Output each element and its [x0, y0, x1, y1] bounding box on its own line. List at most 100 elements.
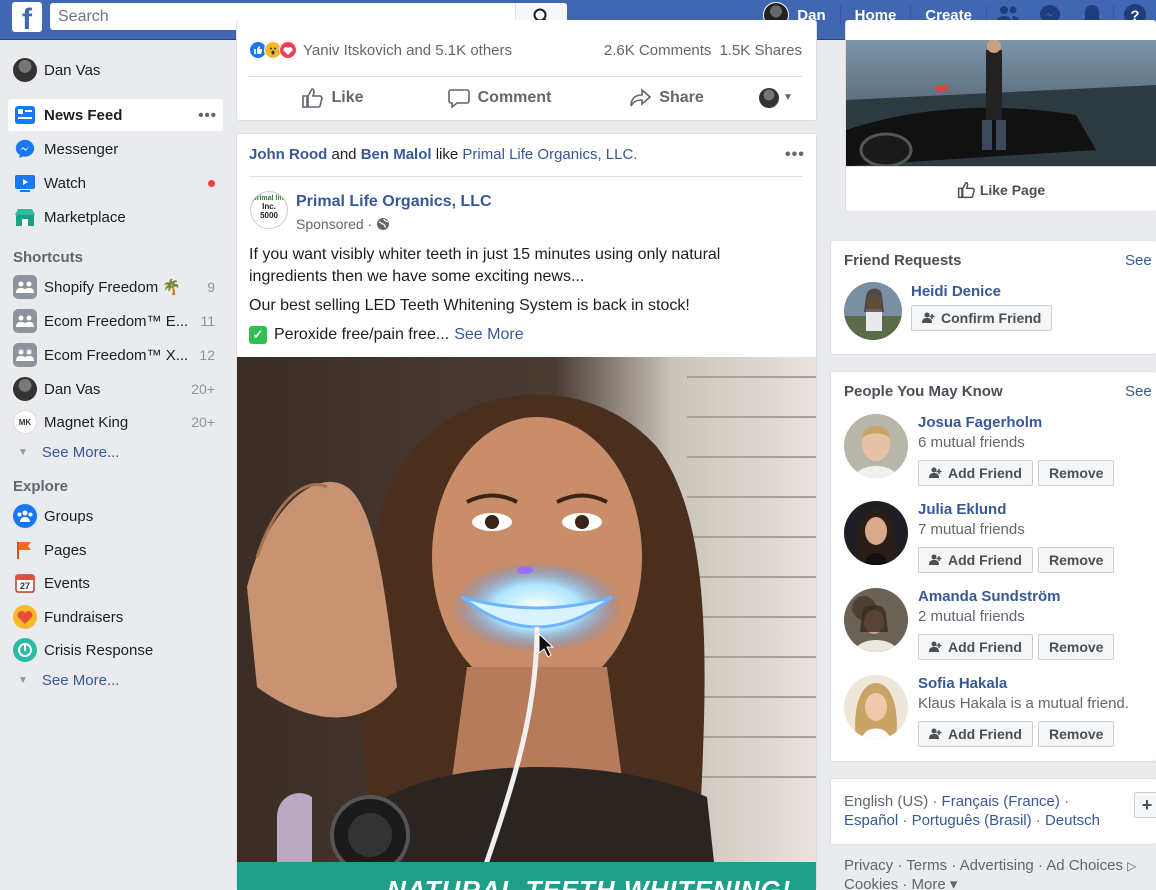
shortcuts-see-more[interactable]: ▼ See More...	[18, 444, 119, 461]
shortcut-count: 20+	[191, 381, 215, 397]
add-friend-button[interactable]: Add Friend	[918, 547, 1033, 573]
page-avatar[interactable]: primal life Inc. 5000	[250, 191, 288, 229]
mutual-friends[interactable]: 2 mutual friends	[918, 608, 1025, 625]
sidebar-item-watch[interactable]: Watch	[8, 167, 223, 199]
request-name[interactable]: Heidi Denice	[911, 283, 1001, 300]
add-friend-button[interactable]: Add Friend	[918, 634, 1033, 660]
facebook-logo[interactable]: f	[12, 2, 42, 32]
add-person-icon	[929, 554, 942, 565]
explore-see-more[interactable]: ▼ See More...	[18, 672, 119, 689]
remove-label: Remove	[1049, 552, 1104, 568]
left-nav: Dan Vas News Feed ••• Messenger Watch Ma…	[0, 40, 234, 890]
separator: ·	[902, 812, 908, 829]
shortcut-item[interactable]: Shopify Freedom 🌴 9	[8, 271, 223, 303]
avatar[interactable]	[844, 675, 908, 739]
sponsored-text[interactable]: Sponsored ·	[296, 216, 372, 232]
confirm-friend-button[interactable]: Confirm Friend	[911, 305, 1053, 331]
sidebar-item-label: Events	[44, 574, 90, 592]
reactions-text[interactable]: Yaniv Itskovich and 5.1K others	[303, 42, 604, 59]
avatar[interactable]	[844, 282, 902, 340]
add-friend-label: Add Friend	[948, 639, 1022, 655]
language-link[interactable]: Español	[844, 812, 898, 829]
sidebar-item-news-feed[interactable]: News Feed •••	[8, 99, 223, 131]
more-options-icon[interactable]: •••	[198, 107, 217, 124]
person-name[interactable]: Amanda Sundström	[918, 588, 1061, 605]
see-all-link[interactable]: See	[1125, 383, 1152, 400]
add-person-icon	[929, 728, 942, 739]
sidebar-item-marketplace[interactable]: Marketplace	[8, 201, 223, 233]
add-friend-button[interactable]: Add Friend	[918, 460, 1033, 486]
mutual-friends[interactable]: 6 mutual friends	[918, 434, 1025, 451]
watch-icon	[13, 171, 37, 195]
video-frame-illustration	[237, 357, 816, 890]
comment-button[interactable]: Comment	[416, 88, 583, 108]
reaction-audience-selector[interactable]: ▼	[750, 87, 802, 108]
language-link[interactable]: Français (France)	[942, 793, 1060, 810]
explore-heading: Explore	[13, 478, 69, 495]
avatar[interactable]	[844, 501, 908, 565]
avatar	[13, 58, 37, 82]
sidebar-item-label: Messenger	[44, 140, 119, 158]
remove-button[interactable]: Remove	[1038, 547, 1115, 573]
sidebar-item-fundraisers[interactable]: Fundraisers	[8, 601, 223, 633]
profile-nav-item[interactable]: Dan Vas	[8, 54, 223, 86]
shortcut-count: 9	[207, 279, 215, 295]
friend-requests-title: Friend Requests	[844, 252, 962, 269]
sidebar-item-label: Pages	[44, 541, 87, 559]
calendar-day: 27	[19, 580, 30, 591]
sidebar-item-messenger[interactable]: Messenger	[8, 133, 223, 165]
languages-row-2: Español · Português (Brasil) · Deutsch	[844, 812, 1100, 829]
add-person-icon	[929, 467, 942, 478]
like-page-button[interactable]: Like Page	[846, 166, 1156, 212]
shortcut-item[interactable]: Ecom Freedom™ E... 11	[8, 305, 223, 337]
post-options-icon[interactable]: •••	[785, 146, 805, 164]
shortcut-label: Ecom Freedom™ X...	[44, 346, 189, 364]
add-friend-button[interactable]: Add Friend	[918, 721, 1033, 747]
footer-links[interactable]: Privacy · Terms · Advertising · Ad Choic…	[844, 857, 1136, 874]
friend-link[interactable]: Ben Malol	[361, 146, 432, 163]
sidebar-item-events[interactable]: 27 Events	[8, 567, 223, 599]
shares-count[interactable]: 1.5K Shares	[719, 42, 802, 59]
mutual-friends[interactable]: Klaus Hakala is a mutual friend.	[918, 695, 1129, 712]
see-all-link[interactable]: See	[1125, 252, 1152, 269]
page-link[interactable]: Primal Life Organics, LLC.	[462, 146, 637, 163]
mutual-friends[interactable]: 7 mutual friends	[918, 521, 1025, 538]
person-name[interactable]: Julia Eklund	[918, 501, 1006, 518]
language-link[interactable]: Deutsch	[1045, 812, 1100, 829]
sidebar-item-groups[interactable]: Groups	[8, 500, 223, 532]
comments-count[interactable]: 2.6K Comments	[604, 42, 712, 59]
sponsored-video[interactable]: NATURAL TEETH WHITENING!	[237, 357, 816, 890]
shortcut-item[interactable]: Dan Vas 20+	[8, 373, 223, 405]
like-button[interactable]: Like	[249, 87, 416, 109]
shortcut-item[interactable]: MK Magnet King 20+	[8, 406, 223, 438]
remove-button[interactable]: Remove	[1038, 721, 1115, 747]
page-name-link[interactable]: Primal Life Organics, LLC	[296, 193, 492, 211]
fundraiser-icon	[13, 605, 37, 629]
group-icon	[13, 275, 37, 299]
avatar[interactable]	[844, 414, 908, 478]
chevron-down-icon: ▼	[18, 447, 28, 458]
footer-links-2[interactable]: Cookies · More ▾	[844, 875, 957, 890]
person-name[interactable]: Josua Fagerholm	[918, 414, 1042, 431]
sidebar-item-crisis-response[interactable]: Crisis Response	[8, 634, 223, 666]
marketplace-icon	[13, 205, 37, 229]
page-cover-image[interactable]	[846, 40, 1156, 166]
like-text: like	[435, 146, 459, 163]
shortcut-item[interactable]: Ecom Freedom™ X... 12	[8, 339, 223, 371]
friend-link[interactable]: John Rood	[249, 146, 327, 163]
add-language-button[interactable]: +	[1134, 792, 1156, 818]
reactions-bar: Yaniv Itskovich and 5.1K others 2.6K Com…	[249, 40, 802, 60]
avatar[interactable]	[844, 588, 908, 652]
sidebar-item-pages[interactable]: Pages	[8, 534, 223, 566]
person-name[interactable]: Sofia Hakala	[918, 675, 1007, 692]
page-logo-mid: Inc.	[262, 202, 276, 211]
remove-button[interactable]: Remove	[1038, 634, 1115, 660]
add-person-icon	[922, 312, 935, 323]
plus-icon: +	[1141, 794, 1153, 815]
flag-icon	[13, 538, 37, 562]
see-more-link[interactable]: See More	[454, 324, 523, 346]
remove-button[interactable]: Remove	[1038, 460, 1115, 486]
share-button[interactable]: Share	[583, 87, 750, 108]
language-link[interactable]: Português (Brasil)	[912, 812, 1032, 829]
like-label: Like	[331, 88, 364, 106]
